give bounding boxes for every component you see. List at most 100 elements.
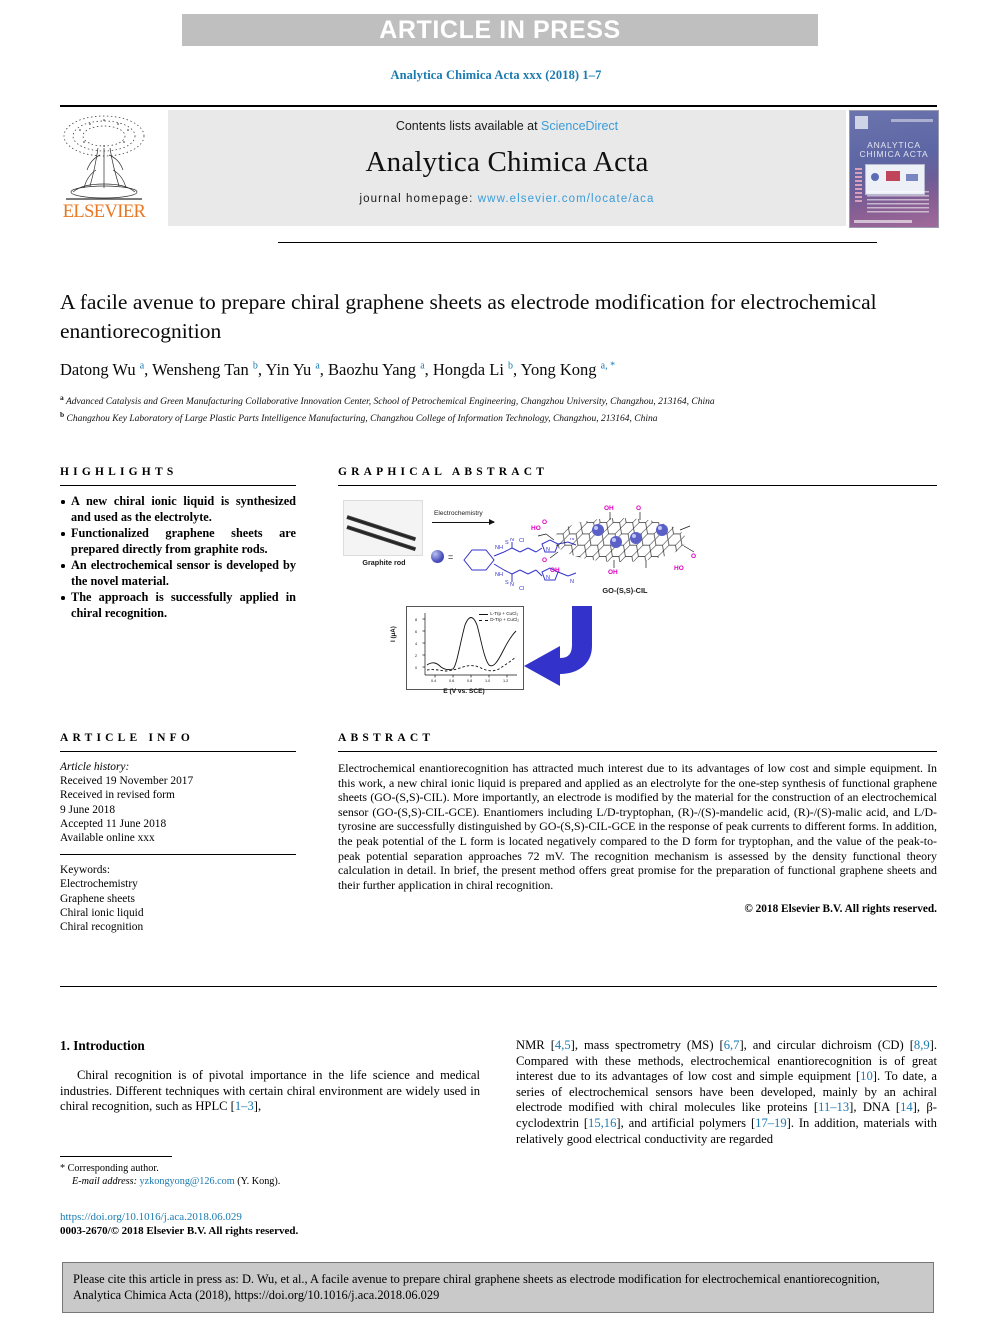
keyword-item: Chiral recognition [60,921,144,934]
keyword-item: Graphene sheets [60,892,135,905]
go-cil-product-label: GO-(S,S)-CIL [602,586,648,595]
journal-homepage-link[interactable]: www.elsevier.com/locate/aca [478,193,655,205]
keywords-block: Keywords: Electrochemistry Graphene shee… [60,863,296,934]
svg-text:N: N [510,538,514,543]
legend-swatch-solid [479,613,489,615]
svg-text:S: S [505,540,509,546]
article-in-press-label: ARTICLE IN PRESS [379,15,621,44]
journal-title: Analytica Chimica Acta [365,146,649,178]
reaction-arrow-icon [432,518,495,526]
list-item: The approach is successfully applied in … [60,590,296,621]
list-item: Functionalized graphene sheets are prepa… [60,526,296,557]
history-line: Received in revised form [60,789,175,802]
corresponding-author-note: * Corresponding author. [60,1163,159,1174]
cover-figure-bar [906,174,918,181]
running-head: Analytica Chimica Acta xxx (2018) 1–7 [390,68,602,82]
highlights-list: A new chiral ionic liquid is synthesized… [60,494,296,621]
journal-homepage-line: journal homepage: www.elsevier.com/locat… [168,193,846,205]
voltammogram-legend: L-Trp + CuCl₂ D-Trp + CuCl₂ [479,611,519,623]
voltammogram-y-axis-label: I (μA) [390,626,397,642]
contents-prefix: Contents lists available at [395,119,542,133]
svg-text:O: O [542,519,547,526]
abstract-copyright: © 2018 Elsevier B.V. All rights reserved… [744,903,937,916]
journal-cover-thumbnail: ANALYTICA CHIMICA ACTA [849,110,939,228]
abstract-column: ABSTRACT Electrochemical enantiorecognit… [338,732,937,915]
keyword-item: Chiral ionic liquid [60,906,144,919]
svg-text:Cl: Cl [519,586,524,592]
svg-text:NH: NH [495,572,503,578]
svg-text:N: N [510,582,514,588]
footnote-rule [60,1156,172,1157]
contents-available-line: Contents lists available at ScienceDirec… [168,119,846,133]
footnote-block: * Corresponding author. E-mail address: … [60,1156,480,1188]
svg-text:S: S [505,580,509,586]
graphical-abstract-column: GRAPHICAL ABSTRACT Graphite rod Electroc… [338,466,937,695]
graphical-abstract-rule [338,485,937,486]
graphical-abstract-heading: GRAPHICAL ABSTRACT [338,466,549,478]
intro-paragraph-right: NMR [4,5], mass spectrometry (MS) [6,7],… [516,1038,938,1146]
cover-top-rule [891,119,933,122]
cover-figure-block [886,171,900,181]
elsevier-wordmark: ELSEVIER [62,202,146,222]
article-info-heading: ARTICLE INFO [60,732,195,744]
svg-text:0: 0 [415,666,417,670]
cover-left-text-bars [855,168,862,202]
svg-text:OH: OH [604,505,614,512]
svg-text:N: N [570,579,574,585]
elsevier-tree-icon [60,110,148,203]
graphical-abstract-bottom-rule [278,242,877,243]
svg-text:1.2: 1.2 [503,679,508,683]
citation-box: Please cite this article in press as: D.… [62,1262,934,1313]
email-label: E-mail address: [72,1176,137,1187]
graphite-rod-label: Graphite rod [362,558,406,567]
keywords-rule [60,854,296,856]
svg-text:8: 8 [415,618,417,622]
svg-text:6: 6 [415,630,417,634]
abstract-text: Electrochemical enantiorecognition has a… [338,761,937,892]
abstract-heading: ABSTRACT [338,732,435,744]
electrochemistry-label: Electrochemistry [434,510,483,517]
svg-text:O: O [542,557,547,564]
svg-text:OH: OH [550,567,560,574]
sciencedirect-link[interactable]: ScienceDirect [541,119,618,133]
svg-text:HO: HO [674,565,684,572]
highlights-heading: HIGHLIGHTS [60,466,178,478]
cover-publisher-mark [855,116,868,129]
affiliation-b-text: Changzhou Key Laboratory of Large Plasti… [66,413,658,424]
cover-journal-name: ANALYTICA CHIMICA ACTA [859,140,929,159]
highlights-column: HIGHLIGHTS A new chiral ionic liquid is … [60,466,296,622]
doi-link[interactable]: https://doi.org/10.1016/j.aca.2018.06.02… [60,1210,480,1224]
legend-swatch-dashed [479,619,489,621]
email-suffix: (Y. Kong). [237,1176,281,1187]
homepage-prefix: journal homepage: [359,193,478,205]
elsevier-logo: ELSEVIER [60,110,148,226]
history-line: Accepted 11 June 2018 [60,817,167,830]
masthead-center-panel: Contents lists available at ScienceDirec… [168,110,846,226]
svg-text:NH: NH [495,545,503,551]
svg-text:4: 4 [415,642,417,646]
article-history-block: Article history: Received 19 November 20… [60,760,296,845]
email-link[interactable]: yzkongyong@126.com [140,1176,235,1187]
history-line: 9 June 2018 [60,803,116,816]
affiliation-list: a Advanced Catalysis and Green Manufactu… [60,392,940,425]
voltammogram-x-axis-label: E (V vs. SCE) [443,688,485,695]
keyword-item: Electrochemistry [60,878,138,891]
page-title: A facile avenue to prepare chiral graphe… [60,290,877,343]
affiliation-a-text: Advanced Catalysis and Green Manufacturi… [65,397,715,408]
author-list: Datong Wu a, Wensheng Tan b, Yin Yu a, B… [60,360,616,379]
legend-label-d-trp: D-Trp + CuCl₂ [490,617,519,622]
equals-sign: = [448,552,454,562]
history-line: Received 19 November 2017 [60,775,194,788]
email-note: E-mail address: yzkongyong@126.com (Y. K… [60,1175,480,1188]
affiliation-b: b Changzhou Key Laboratory of Large Plas… [60,409,658,424]
abstract-bottom-rule [60,986,937,987]
list-item: A new chiral ionic liquid is synthesized… [60,494,296,525]
affiliation-a: a Advanced Catalysis and Green Manufactu… [60,393,715,408]
svg-text:0.8: 0.8 [467,679,472,683]
article-info-rule [60,751,296,752]
svg-text:2: 2 [415,654,417,658]
cover-bottom-text-lines [867,191,929,213]
doi-block: https://doi.org/10.1016/j.aca.2018.06.02… [60,1210,480,1238]
svg-text:O: O [636,505,641,512]
svg-text:0.6: 0.6 [449,679,454,683]
